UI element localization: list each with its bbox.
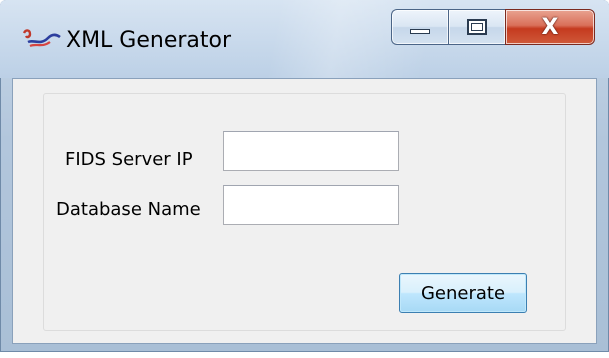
minimize-button[interactable] xyxy=(391,9,448,45)
database-name-input[interactable] xyxy=(223,185,399,225)
close-icon: X xyxy=(541,14,559,40)
client-area: FIDS Server IP Database Name Generate xyxy=(12,78,597,344)
maximize-button[interactable] xyxy=(448,9,505,45)
close-button[interactable]: X xyxy=(505,9,595,45)
database-name-label: Database Name xyxy=(56,199,201,220)
fids-server-ip-label: FIDS Server IP xyxy=(65,149,193,170)
minimize-icon xyxy=(410,29,430,34)
generate-button[interactable]: Generate xyxy=(399,273,527,313)
title-bar[interactable]: XML Generator X xyxy=(0,0,609,78)
caption-buttons: X xyxy=(391,9,595,45)
fids-server-ip-input[interactable] xyxy=(223,131,399,171)
app-window: XML Generator X FIDS Server IP Database … xyxy=(0,0,609,352)
xml-app-icon xyxy=(22,26,62,52)
window-title: XML Generator xyxy=(66,28,232,53)
desktop-strip xyxy=(0,352,609,358)
maximize-icon xyxy=(467,19,487,35)
